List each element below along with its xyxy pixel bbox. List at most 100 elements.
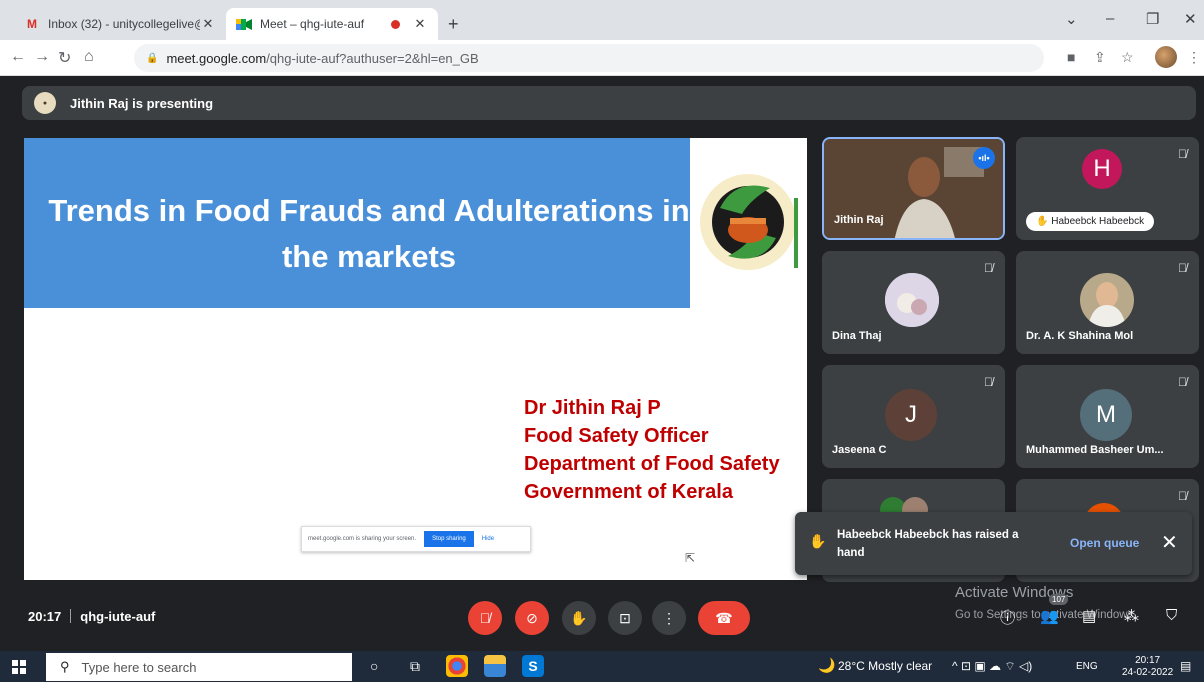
phone-hangup-icon: ☎: [715, 609, 733, 626]
more-options-button[interactable]: ⋮: [652, 601, 686, 635]
clock-date: 24-02-2022: [1122, 667, 1174, 678]
forward-icon[interactable]: →: [34, 48, 50, 66]
close-tab-icon[interactable]: ✕: [200, 16, 216, 32]
open-queue-button[interactable]: Open queue: [1070, 536, 1139, 550]
tab-search-icon[interactable]: ⌄: [1065, 10, 1078, 28]
gmail-icon: M: [27, 17, 37, 31]
author-government: Government of Kerala: [524, 481, 733, 503]
mic-off-icon: 🎙̸: [1178, 147, 1187, 161]
close-icon[interactable]: ✕: [1161, 530, 1178, 555]
address-bar: ← → ↻ ⌂ 🔒 meet.google.com/qhg-iute-auf?a…: [0, 40, 1204, 76]
participant-photo: [885, 273, 939, 327]
tray-icons[interactable]: ^ ⊡ ▣ ☁ ⌔ ◁): [952, 659, 1032, 674]
home-icon[interactable]: ⌂: [84, 48, 94, 66]
restore-button[interactable]: ❐: [1146, 10, 1159, 28]
chrome-app-icon[interactable]: [446, 655, 468, 677]
skype-icon[interactable]: S: [522, 655, 544, 677]
windows-taskbar: ⚲ Type here to search ○ ⧉ S 🌙 28°C Mostl…: [0, 651, 1204, 682]
share-icon[interactable]: ⇪: [1094, 49, 1106, 66]
presenting-banner: ● Jithin Raj is presenting: [22, 86, 1196, 120]
mic-off-icon: 🎙̸: [1178, 261, 1187, 275]
camera-toggle-button[interactable]: ⊘: [515, 601, 549, 635]
participant-tile-dina[interactable]: 🎙̸ Dina Thaj: [822, 251, 1005, 354]
search-icon: ⚲: [60, 659, 70, 674]
weather-text[interactable]: 28°C Mostly clear: [838, 659, 932, 673]
reload-icon[interactable]: ↻: [58, 48, 71, 68]
browser-tab-bar: M Inbox (32) - unitycollegelive@uni ✕ Me…: [0, 0, 1204, 40]
more-vert-icon: ⋮: [662, 609, 676, 626]
meeting-code: qhg-iute-auf: [80, 609, 156, 624]
task-view-icon[interactable]: ⧉: [410, 658, 420, 675]
author-role: Food Safety Officer: [524, 425, 709, 447]
participant-name: Dr. A. K Shahina Mol: [1026, 330, 1134, 342]
participant-tile-jithin[interactable]: •ıl• Jithin Raj: [822, 137, 1005, 240]
recording-dot-icon: [391, 19, 400, 29]
raise-hand-button[interactable]: ✋: [562, 601, 596, 635]
mic-off-icon: 🎙̸: [984, 261, 993, 275]
participant-count-badge: 107: [1049, 594, 1069, 605]
raised-hand-icon: ✋: [809, 533, 827, 549]
safe-food-logo: [690, 138, 807, 308]
participant-tile-muhammed[interactable]: 🎙̸ M Muhammed Basheer Um...: [1016, 365, 1199, 468]
mic-off-icon: 🎙̸: [984, 375, 993, 389]
meeting-info-icon[interactable]: ⓘ: [1000, 607, 1015, 628]
profile-avatar[interactable]: [1155, 46, 1177, 68]
tab-title: Meet – qhg-iute-auf: [260, 17, 365, 31]
people-icon[interactable]: 👥: [1040, 607, 1059, 625]
presenter-avatar: ●: [34, 92, 56, 114]
participant-tile-jaseena[interactable]: 🎙̸ J Jaseena C: [822, 365, 1005, 468]
present-button[interactable]: ⊡: [608, 601, 642, 635]
activities-icon[interactable]: ⁂: [1124, 607, 1139, 625]
new-tab-button[interactable]: +: [448, 14, 459, 35]
clock-time: 20:17: [1135, 655, 1161, 666]
slide-title-line1: Trends in Food Frauds and Adulterations …: [48, 193, 690, 228]
slide-author-block: Dr Jithin Raj P Food Safety Officer Depa…: [524, 394, 780, 506]
participant-name: Muhammed Basheer Um...: [1026, 444, 1164, 456]
sharing-notice: meet.google.com is sharing your screen.: [308, 536, 417, 542]
url-path: /qhg-iute-auf?authuser=2&hl=en_GB: [266, 50, 479, 66]
camera-in-use-icon[interactable]: ■: [1067, 49, 1075, 65]
file-explorer-icon[interactable]: [484, 655, 506, 677]
windows-start-icon[interactable]: [12, 660, 26, 674]
participant-tile-shahina[interactable]: 🎙̸ Dr. A. K Shahina Mol: [1016, 251, 1199, 354]
close-window-button[interactable]: ✕: [1184, 10, 1197, 28]
chat-icon[interactable]: ▤: [1082, 607, 1096, 625]
close-tab-icon[interactable]: ✕: [412, 16, 428, 32]
cortana-icon[interactable]: ○: [370, 658, 378, 674]
url-field[interactable]: 🔒 meet.google.com/qhg-iute-auf?authuser=…: [134, 44, 1044, 72]
presenting-text: Jithin Raj is presenting: [70, 95, 214, 111]
language-indicator[interactable]: ENG: [1076, 661, 1098, 672]
mic-toggle-button[interactable]: 🎙̸: [468, 601, 502, 635]
back-icon[interactable]: ←: [10, 48, 26, 66]
author-department: Department of Food Safety: [524, 453, 780, 475]
host-controls-icon[interactable]: ⛉: [1166, 607, 1177, 624]
system-clock[interactable]: 20:17 24-02-2022: [1122, 655, 1173, 679]
tab-inbox[interactable]: M Inbox (32) - unitycollegelive@uni ✕: [14, 8, 226, 40]
tab-title: Inbox (32) - unitycollegelive@uni: [48, 17, 200, 31]
tab-meet[interactable]: Meet – qhg-iute-auf ✕: [226, 8, 438, 40]
meeting-details: 20:17 qhg-iute-auf: [28, 609, 155, 624]
hide-button[interactable]: Hide: [482, 536, 494, 542]
leave-call-button[interactable]: ☎: [698, 601, 750, 635]
participant-name: Dina Thaj: [832, 330, 882, 342]
participant-photo: [1080, 273, 1134, 327]
camera-off-icon: ⊘: [526, 609, 538, 626]
lock-icon: 🔒: [146, 52, 159, 64]
taskbar-search[interactable]: ⚲ Type here to search: [46, 653, 352, 681]
stop-sharing-button[interactable]: Stop sharing: [424, 531, 474, 547]
shared-screen: Trends in Food Frauds and Adulterations …: [24, 138, 807, 580]
notification-center-icon[interactable]: ▤: [1180, 659, 1191, 673]
participant-tile-habeebck[interactable]: 🎙̸ H ✋ Habeebck Habeebck: [1016, 137, 1199, 240]
notification-message: Habeebck Habeebck has raised a hand: [837, 529, 1019, 559]
screen-sharing-bar: meet.google.com is sharing your screen. …: [301, 526, 531, 552]
participant-name: Habeebck Habeebck: [1051, 216, 1145, 227]
participant-avatar-initial: H: [1082, 149, 1122, 189]
raised-hand-name-pill: ✋ Habeebck Habeebck: [1026, 212, 1155, 231]
menu-kebab-icon[interactable]: ⋮: [1187, 49, 1201, 66]
hand-icon: ✋: [570, 609, 588, 626]
mouse-cursor-icon: ⇱: [685, 551, 696, 565]
search-placeholder: Type here to search: [81, 659, 197, 675]
bookmark-star-icon[interactable]: ☆: [1121, 49, 1134, 66]
minimize-button[interactable]: –: [1106, 10, 1114, 27]
divider: [70, 609, 72, 623]
